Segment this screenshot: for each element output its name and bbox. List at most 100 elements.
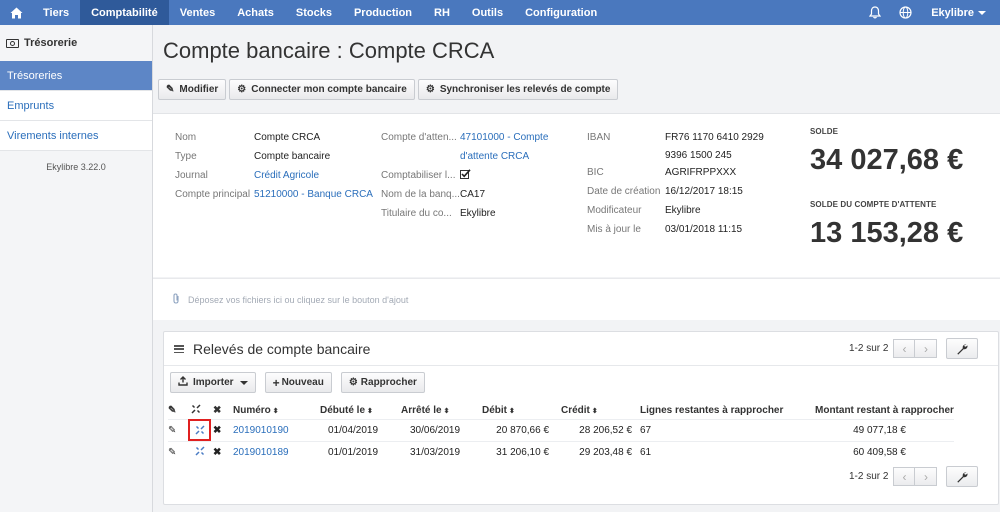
- sidebar-item-tresoreries[interactable]: Trésoreries: [0, 61, 152, 91]
- detail-row-compte-attente: Compte d'atten... 47101000 - Compte: [381, 128, 548, 147]
- sidebar-item-emprunts[interactable]: Emprunts: [0, 91, 152, 121]
- cell-arrete: 30/06/2019: [401, 418, 482, 441]
- chevron-right-icon[interactable]: ›: [915, 339, 938, 358]
- cell-lignes: 67: [640, 418, 815, 441]
- detail-label: Date de création: [587, 186, 661, 197]
- detail-row-modificateur: Modificateur Ekylibre: [587, 201, 764, 220]
- home-icon[interactable]: [0, 0, 32, 25]
- col-header-numero[interactable]: Numéro ⬍: [233, 402, 320, 419]
- compte-attente-link-line2[interactable]: d'attente CRCA: [460, 151, 529, 162]
- detail-row-banque: Nom de la banq... CA17: [381, 185, 548, 204]
- user-menu[interactable]: Ekylibre: [920, 0, 1000, 25]
- detail-row-compte-attente-cont: d'attente CRCA: [381, 147, 548, 166]
- nav-comptabilite[interactable]: Comptabilité: [80, 0, 169, 25]
- releve-numero-link[interactable]: 2019010189: [233, 447, 289, 458]
- modifier-button[interactable]: ✎ Modifier: [158, 79, 227, 100]
- col-header-arrete[interactable]: Arrêté le ⬍: [401, 402, 482, 419]
- detail-value: AGRIFRPPXXX: [665, 167, 737, 178]
- col-header-debit[interactable]: Débit ⬍: [482, 402, 561, 419]
- rapprocher-button[interactable]: ⚙ Rapprocher: [340, 372, 425, 393]
- nav-ventes[interactable]: Ventes: [169, 0, 226, 25]
- cell-montant: 60 409,58 €: [815, 440, 954, 463]
- nav-outils[interactable]: Outils: [461, 0, 514, 25]
- pager-bottom: 1-2 sur 2 ‹ ›: [849, 466, 979, 487]
- pager-text: 1-2 sur 2: [849, 343, 889, 354]
- gear-icon: ⚙: [237, 84, 247, 95]
- detail-row-iban: IBAN FR76 1170 6410 2929: [587, 128, 764, 147]
- chevron-left-icon[interactable]: ‹: [893, 339, 916, 358]
- col-header-debute[interactable]: Débuté le ⬍: [320, 402, 401, 419]
- cell-credit: 28 206,52 €: [561, 418, 640, 441]
- edit-icon[interactable]: ✎: [168, 418, 191, 441]
- detail-value: Compte bancaire: [254, 151, 331, 162]
- releve-numero-link[interactable]: 2019010190: [233, 425, 289, 436]
- col-header-credit[interactable]: Crédit ⬍: [561, 402, 640, 419]
- solde-amount: 34 027,68 €: [810, 144, 964, 176]
- journal-link[interactable]: Crédit Agricole: [254, 170, 319, 181]
- pager-text: 1-2 sur 2: [849, 471, 889, 482]
- iban-line-1: FR76 1170 6410 2929: [665, 132, 764, 143]
- cell-lignes: 61: [640, 440, 815, 463]
- detail-label: Compte principal: [175, 189, 251, 200]
- detail-value: Ekylibre: [460, 208, 496, 219]
- gear-icon: ⚙: [425, 84, 435, 95]
- globe-icon[interactable]: [890, 0, 920, 25]
- detail-row-mis-a-jour: Mis à jour le 03/01/2018 11:15: [587, 220, 764, 239]
- chevron-left-icon[interactable]: ‹: [893, 467, 916, 486]
- detail-row-compte-principal: Compte principal 51210000 - Banque CRCA: [175, 185, 373, 204]
- delete-icon[interactable]: ✖: [213, 440, 233, 463]
- detail-label: IBAN: [587, 132, 611, 143]
- details-col-3: IBAN FR76 1170 6410 2929 9396 1500 245 B…: [587, 128, 764, 239]
- edit-icon[interactable]: ✎: [168, 440, 191, 463]
- bell-icon[interactable]: [860, 0, 890, 25]
- releves-title-label: Relevés de compte bancaire: [193, 341, 371, 357]
- file-dropzone[interactable]: Déposez vos fichiers ici ou cliquez sur …: [153, 278, 1000, 320]
- nav-rh[interactable]: RH: [423, 0, 461, 25]
- nouveau-button[interactable]: + Nouveau: [264, 372, 332, 393]
- wrench-icon[interactable]: [946, 338, 979, 359]
- detail-row-date-creation: Date de création 16/12/2017 18:15: [587, 182, 764, 201]
- list-icon: [174, 345, 184, 353]
- nav-configuration[interactable]: Configuration: [514, 0, 608, 25]
- compte-principal-link[interactable]: 51210000 - Banque CRCA: [254, 189, 373, 200]
- toolbar: ✎ Modifier ⚙ Connecter mon compte bancai…: [158, 79, 619, 100]
- compte-attente-link-line1[interactable]: 47101000 - Compte: [460, 132, 548, 143]
- detail-row-bic: BIC AGRIFRPPXXX: [587, 163, 764, 182]
- chevron-right-icon[interactable]: ›: [915, 467, 938, 486]
- plus-icon: +: [272, 375, 280, 390]
- detail-row-titulaire: Titulaire du co... Ekylibre: [381, 204, 548, 223]
- user-name: Ekylibre: [931, 6, 974, 19]
- connect-bank-label: Connecter mon compte bancaire: [251, 84, 407, 95]
- close-icon: ✖: [213, 404, 222, 416]
- reconcile-icon[interactable]: [188, 419, 211, 441]
- detail-value: CA17: [460, 189, 486, 200]
- sync-statements-button[interactable]: ⚙ Synchroniser les relevés de compte: [417, 79, 619, 100]
- detail-row-nom: Nom Compte CRCA: [175, 128, 373, 147]
- nav-achats[interactable]: Achats: [226, 0, 285, 25]
- table-header-row: ✎ ✖ Numéro ⬍ Débuté le ⬍ Arrêté le ⬍ Débit ⬍…: [168, 402, 954, 419]
- paperclip-icon: [172, 292, 180, 307]
- releves-title: Relevés de compte bancaire: [174, 341, 370, 357]
- nav-tiers[interactable]: Tiers: [32, 0, 80, 25]
- nouveau-label: Nouveau: [281, 377, 324, 388]
- releves-toolbar: Importer + Nouveau ⚙ Rapprocher: [170, 372, 425, 393]
- details-col-1: Nom Compte CRCA Type Compte bancaire Jou…: [175, 128, 373, 204]
- importer-dropdown[interactable]: Importer: [170, 372, 256, 393]
- gear-icon: ⚙: [348, 377, 358, 388]
- rapprocher-label: Rapprocher: [360, 377, 417, 388]
- releves-panel-header: Relevés de compte bancaire 1-2 sur 2 ‹ ›: [164, 332, 998, 366]
- iban-line-2: 9396 1500 245: [665, 149, 732, 161]
- reconcile-icon[interactable]: [191, 446, 208, 456]
- cell-debit: 31 206,10 €: [482, 440, 561, 463]
- detail-label: Titulaire du co...: [381, 208, 452, 219]
- cell-arrete: 31/03/2019: [401, 440, 482, 463]
- nav-production[interactable]: Production: [343, 0, 423, 25]
- col-header-montant: Montant restant à rapprocher: [815, 404, 954, 416]
- delete-icon[interactable]: ✖: [213, 418, 233, 441]
- col-header-lignes: Lignes restantes à rapprocher: [640, 404, 784, 416]
- sidebar-item-virements-internes[interactable]: Virements internes: [0, 121, 152, 151]
- sync-statements-label: Synchroniser les relevés de compte: [439, 84, 611, 95]
- wrench-icon[interactable]: [946, 466, 979, 487]
- connect-bank-button[interactable]: ⚙ Connecter mon compte bancaire: [229, 79, 415, 100]
- nav-stocks[interactable]: Stocks: [285, 0, 343, 25]
